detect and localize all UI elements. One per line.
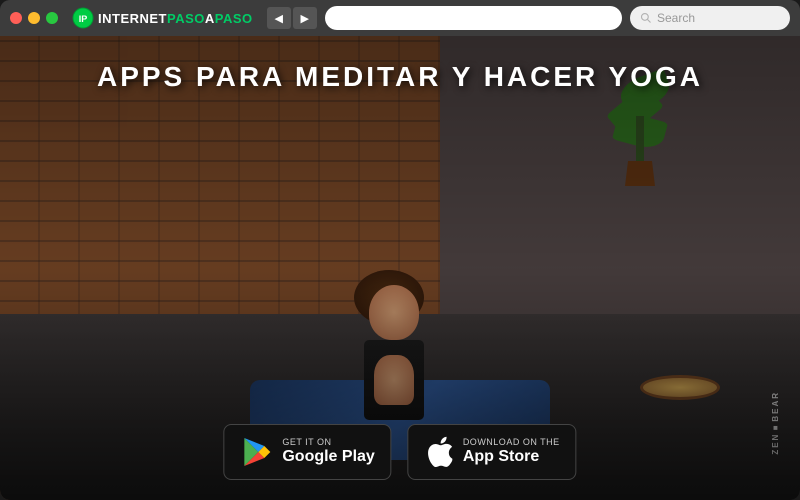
google-play-large-label: Google Play <box>282 447 374 466</box>
app-store-large-label: App Store <box>463 447 560 466</box>
app-store-text: Download on the App Store <box>463 437 560 466</box>
logo-text: INTERNETPASOAPASO <box>98 11 253 26</box>
google-play-small-label: GET IT ON <box>282 437 374 447</box>
address-bar[interactable] <box>325 6 622 30</box>
logo-suffix2: PASO <box>215 11 253 26</box>
svg-text:IP: IP <box>79 14 88 24</box>
app-buttons-container: GET IT ON Google Play Download on the Ap… <box>223 424 576 480</box>
hero-title: APPS PARA MEDITAR Y HACER YOGA <box>0 61 800 93</box>
back-button[interactable]: ◀ <box>267 7 291 29</box>
google-play-text: GET IT ON Google Play <box>282 437 374 466</box>
browser-content: ZEN■BEAR APPS PARA MEDITAR Y HACER YOGA <box>0 36 800 500</box>
google-play-button[interactable]: GET IT ON Google Play <box>223 424 391 480</box>
nav-buttons: ◀ ▶ <box>267 7 317 29</box>
minimize-button[interactable] <box>28 12 40 24</box>
close-button[interactable] <box>10 12 22 24</box>
browser-window: IP INTERNETPASOAPASO ◀ ▶ Search <box>0 0 800 500</box>
search-placeholder: Search <box>657 11 695 25</box>
forward-button[interactable]: ▶ <box>293 7 317 29</box>
logo-sep: A <box>205 11 215 26</box>
search-icon <box>640 12 652 24</box>
app-store-small-label: Download on the <box>463 437 560 447</box>
logo: IP INTERNETPASOAPASO <box>72 7 253 29</box>
logo-icon: IP <box>72 7 94 29</box>
traffic-lights <box>10 12 58 24</box>
logo-prefix: INTERNET <box>98 11 167 26</box>
apple-icon <box>425 436 453 468</box>
maximize-button[interactable] <box>46 12 58 24</box>
app-store-button[interactable]: Download on the App Store <box>408 424 577 480</box>
title-bar: IP INTERNETPASOAPASO ◀ ▶ Search <box>0 0 800 36</box>
google-play-icon <box>240 436 272 468</box>
search-bar[interactable]: Search <box>630 6 790 30</box>
logo-suffix1: PASO <box>167 11 205 26</box>
